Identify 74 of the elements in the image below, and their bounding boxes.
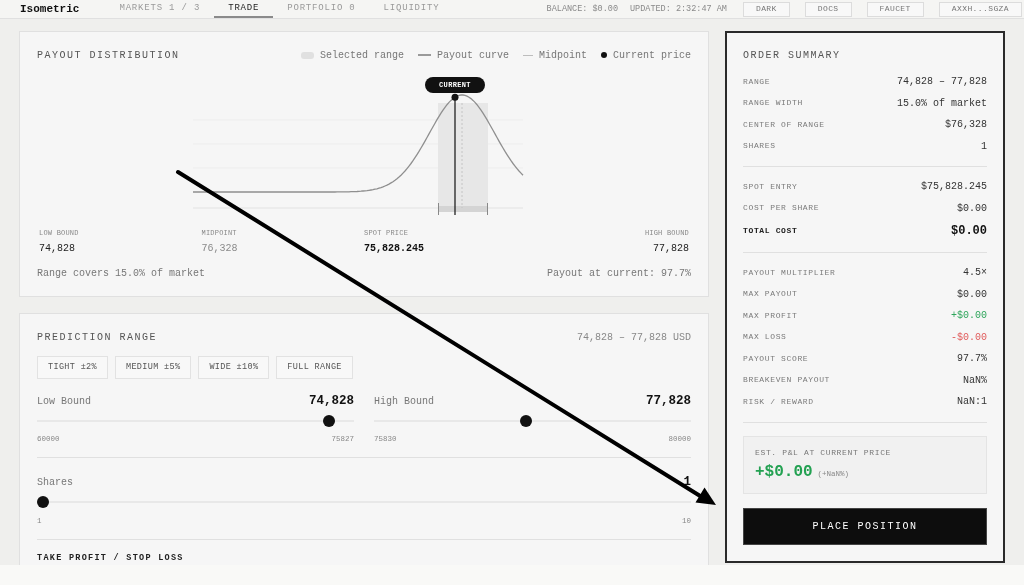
summary-label: MAX LOSS — [743, 331, 787, 344]
status-text: UPDATED: 2:32:47 AM — [630, 4, 727, 14]
slider-thumb[interactable] — [37, 496, 49, 508]
preset-button[interactable]: MEDIUM ±5% — [114, 356, 192, 379]
summary-label: SHARES — [743, 140, 776, 153]
slider-track[interactable] — [37, 415, 354, 427]
summary-value: $0.00 — [951, 223, 987, 240]
stat-value: 76,328 — [201, 242, 238, 256]
summary-value: +$0.00 — [951, 309, 987, 324]
slider-value: 77,828 — [646, 392, 691, 410]
panel-title: ORDER SUMMARY — [743, 49, 842, 63]
summary-value: $75,828.245 — [921, 180, 987, 195]
legend-label: Payout curve — [436, 48, 509, 63]
summary-value: 97.7% — [957, 352, 987, 367]
section-title: TAKE PROFIT / STOP LOSS — [37, 553, 185, 564]
summary-label: CENTER OF RANGE — [743, 118, 825, 131]
summary-label: RISK / REWARD — [743, 395, 814, 408]
payout-text: Payout at current: 97.7% — [546, 267, 691, 281]
stat-value: 77,828 — [653, 242, 689, 256]
slider-label: Low Bound — [37, 394, 91, 409]
slider-value: 74,828 — [309, 392, 354, 410]
slider-thumb[interactable] — [322, 415, 335, 427]
slider-value: 1 — [683, 473, 691, 491]
header-button[interactable]: FAUCET — [866, 1, 924, 17]
range-bar — [438, 202, 488, 216]
summary-value: $0.00 — [957, 287, 987, 302]
stat-value: 74,828 — [39, 242, 75, 256]
summary-value: NaN:1 — [957, 395, 987, 410]
panel-title: PAYOUT DISTRIBUTION — [37, 48, 180, 63]
summary-label: PAYOUT MULTIPLIER — [743, 266, 836, 279]
range-text: 74,828 – 77,828 USD — [576, 330, 691, 345]
legend-label: Current price — [613, 48, 691, 63]
slider-label: High Bound — [374, 394, 434, 409]
legend-label: Selected range — [319, 48, 404, 63]
preset-button[interactable]: WIDE ±10% — [198, 356, 270, 379]
nav-tab[interactable]: TRADE — [214, 0, 274, 18]
app-logo[interactable]: Isometric — [20, 3, 80, 15]
summary-label: RANGE — [743, 75, 771, 88]
slider-track[interactable] — [37, 496, 691, 508]
slider-track[interactable] — [374, 415, 691, 427]
summary-label: BREAKEVEN PAYOUT — [743, 374, 831, 387]
summary-value: -$0.00 — [951, 330, 987, 345]
line-swatch-icon — [417, 54, 431, 56]
pnl-value: +$0.00 — [755, 461, 813, 482]
stat-value: 75,828.245 — [364, 242, 424, 256]
coverage-text: Range covers 15.0% of market — [37, 267, 206, 281]
legend-label: Midpoint — [538, 48, 587, 63]
summary-label: PAYOUT SCORE — [743, 352, 809, 365]
summary-value: $0.00 — [957, 201, 987, 216]
header-button[interactable]: DARK — [742, 1, 790, 17]
preset-button[interactable]: TIGHT ±2% — [37, 356, 108, 379]
header-button[interactable]: AXXH...SGZA — [938, 1, 1022, 17]
status-text: BALANCE: $0.00 — [546, 4, 618, 14]
summary-value: $76,328 — [945, 118, 987, 133]
summary-value: 15.0% of market — [897, 96, 987, 111]
pnl-label: EST. P&L AT CURRENT PRICE — [755, 446, 893, 458]
summary-label: MAX PAYOUT — [743, 288, 798, 301]
summary-label: TOTAL COST — [743, 225, 798, 237]
summary-value: 1 — [981, 139, 987, 154]
summary-label: RANGE WIDTH — [743, 97, 803, 110]
summary-label: SPOT ENTRY — [743, 180, 798, 193]
slider-thumb[interactable] — [520, 415, 533, 427]
summary-label: MAX PROFIT — [743, 309, 798, 322]
current-price-dot — [451, 93, 459, 101]
summary-value: NaN% — [963, 373, 987, 388]
summary-label: COST PER SHARE — [743, 202, 820, 215]
panel-title: PREDICTION RANGE — [37, 330, 157, 345]
summary-value: 74,828 – 77,828 — [897, 75, 987, 90]
summary-value: 4.5× — [963, 266, 987, 281]
line-swatch-icon — [522, 54, 533, 56]
place-position-button[interactable]: PLACE POSITION — [743, 507, 987, 545]
header-button[interactable]: DOCS — [804, 1, 852, 17]
preset-button[interactable]: FULL RANGE — [276, 356, 353, 379]
slider-label: Shares — [37, 475, 73, 490]
